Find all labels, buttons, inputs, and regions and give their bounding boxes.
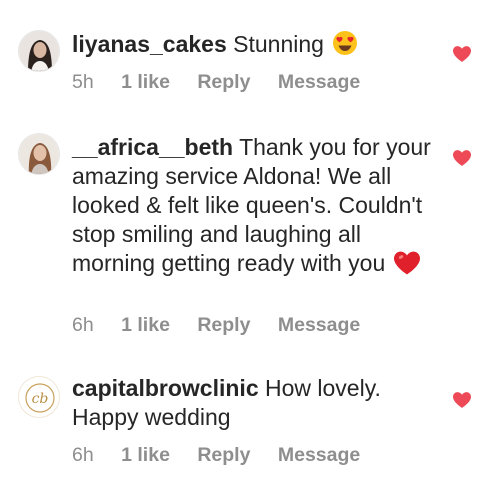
reply-button[interactable]: Reply [197,314,250,336]
comment-body: capitalbrowclinic How lovely. Happy wedd… [72,374,442,432]
message-button[interactable]: Message [278,444,360,466]
likes-count-link[interactable]: 1 like [121,71,170,93]
avatar[interactable] [18,30,60,72]
comment-body: liyanas_cakes Stunning [72,30,442,63]
like-heart-icon[interactable] [453,392,471,408]
comment-time: 5h [72,71,94,93]
like-heart-icon[interactable] [453,46,471,62]
comment-meta: 5h 1 like Reply Message [72,71,360,94]
comment-body: __africa__beth Thank you for your amazin… [72,133,442,282]
reply-button[interactable]: Reply [197,444,250,466]
message-button[interactable]: Message [278,71,360,93]
comment-username[interactable]: __africa__beth [72,134,233,160]
comment-meta: 6h 1 like Reply Message [72,444,360,467]
comment-time: 6h [72,444,94,466]
like-heart-icon[interactable] [453,150,471,166]
reply-button[interactable]: Reply [197,71,250,93]
comment-username[interactable]: liyanas_cakes [72,31,227,57]
likes-count-link[interactable]: 1 like [121,314,170,336]
avatar[interactable]: cb [18,376,60,418]
comment-time: 6h [72,314,94,336]
likes-count-link[interactable]: 1 like [121,444,170,466]
avatar-monogram: cb [32,391,49,407]
message-button[interactable]: Message [278,314,360,336]
avatar[interactable] [18,133,60,175]
red-heart-emoji-icon [393,251,420,282]
comment-text: Stunning [233,31,324,57]
comment-meta: 6h 1 like Reply Message [72,314,360,337]
heart-eyes-emoji-icon [332,30,358,63]
comment-username[interactable]: capitalbrowclinic [72,375,259,401]
comments-feed: liyanas_cakes Stunning 5h 1 like Reply M… [0,0,500,500]
